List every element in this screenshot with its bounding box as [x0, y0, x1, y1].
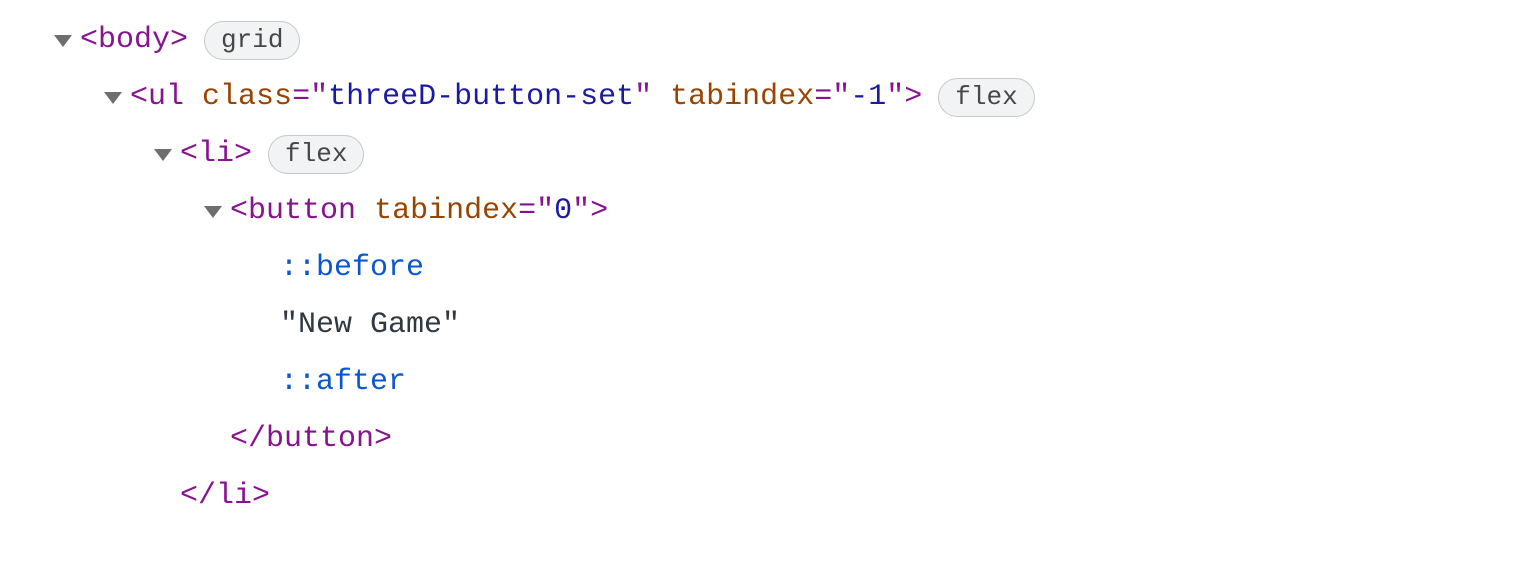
tree-row-button[interactable]: <button tabindex="0"> — [54, 183, 1526, 240]
attr-tabindex: tabindex — [374, 183, 518, 240]
tree-row-li-close[interactable]: </li> — [54, 468, 1526, 525]
tree-row-body[interactable]: <body> grid — [54, 12, 1526, 69]
close-quote: " — [634, 69, 652, 126]
tag-close-bracket: > — [904, 69, 922, 126]
tag-body: <body> — [80, 12, 188, 69]
tag-open-bracket: < — [230, 183, 248, 240]
equals-quote: =" — [518, 183, 554, 240]
tag-close-bracket: > — [590, 183, 608, 240]
tag-open-bracket: < — [130, 69, 148, 126]
attr-tabindex-value: 0 — [554, 183, 572, 240]
tree-row-ul[interactable]: <ul class="threeD-button-set" tabindex="… — [54, 69, 1526, 126]
text-node: "New Game" — [280, 297, 460, 354]
equals-quote: =" — [814, 69, 850, 126]
tag-li: <li> — [180, 126, 252, 183]
attr-class: class — [202, 69, 292, 126]
layout-badge-flex[interactable]: flex — [938, 78, 1034, 118]
tree-row-pseudo-after[interactable]: ::after — [54, 354, 1526, 411]
close-quote: " — [572, 183, 590, 240]
expand-toggle-icon[interactable] — [204, 206, 222, 218]
layout-badge-flex[interactable]: flex — [268, 135, 364, 175]
attr-tabindex-value: -1 — [850, 69, 886, 126]
tree-row-li[interactable]: <li> flex — [54, 126, 1526, 183]
tag-li-close: </li> — [180, 468, 270, 525]
dom-tree[interactable]: <body> grid <ul class="threeD-button-set… — [0, 0, 1526, 525]
tree-row-pseudo-before[interactable]: ::before — [54, 240, 1526, 297]
layout-badge-grid[interactable]: grid — [204, 21, 300, 61]
tag-ul: ul — [148, 69, 184, 126]
equals-quote: =" — [292, 69, 328, 126]
tree-row-text-node[interactable]: "New Game" — [54, 297, 1526, 354]
pseudo-after: ::after — [280, 354, 406, 411]
tag-button-close: </button> — [230, 411, 392, 468]
attr-tabindex: tabindex — [670, 69, 814, 126]
attr-class-value: threeD-button-set — [328, 69, 634, 126]
tag-button: button — [248, 183, 356, 240]
pseudo-before: ::before — [280, 240, 424, 297]
tree-row-button-close[interactable]: </button> — [54, 411, 1526, 468]
expand-toggle-icon[interactable] — [154, 149, 172, 161]
expand-toggle-icon[interactable] — [104, 92, 122, 104]
expand-toggle-icon[interactable] — [54, 35, 72, 47]
close-quote: " — [886, 69, 904, 126]
